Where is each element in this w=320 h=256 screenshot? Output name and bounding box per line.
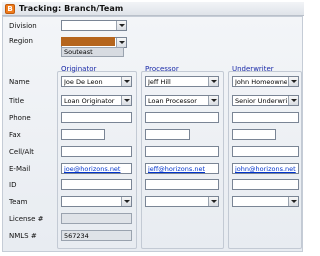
window-title: Tracking: Branch/Team [19, 4, 124, 13]
processor-name-select[interactable]: Jeff Hill [145, 76, 219, 87]
processor-column-title: Processor [145, 65, 179, 73]
underwriter-name-select[interactable]: John Homeowner [232, 76, 299, 87]
license-label: License # [9, 215, 44, 223]
chevron-down-icon [288, 197, 298, 206]
originator-license-field [61, 213, 132, 224]
title-bar: B Tracking: Branch/Team [2, 2, 304, 16]
chevron-down-icon [208, 77, 218, 86]
underwriter-title-select[interactable]: Senior Underwriter [232, 95, 299, 106]
cell-label: Cell/Alt [9, 148, 34, 156]
processor-cell-input[interactable] [145, 146, 219, 157]
underwriter-email-input[interactable]: john@horizons.net [232, 163, 299, 174]
phone-label: Phone [9, 114, 31, 122]
processor-id-input[interactable] [145, 179, 219, 190]
underwriter-cell-input[interactable] [232, 146, 299, 157]
id-label: ID [9, 181, 17, 189]
title-label: Title [9, 97, 25, 105]
processor-title-select[interactable]: Loan Processor [145, 95, 219, 106]
chevron-down-icon [116, 21, 126, 30]
email-label: E-Mail [9, 165, 31, 173]
originator-column-title: Originator [61, 65, 97, 73]
underwriter-fax-input[interactable] [232, 129, 276, 140]
originator-team-select[interactable] [61, 196, 132, 207]
chevron-down-icon [116, 38, 126, 47]
chevron-down-icon [288, 96, 298, 105]
underwriter-id-input[interactable] [232, 179, 299, 190]
processor-team-select[interactable] [145, 196, 219, 207]
chevron-down-icon [208, 96, 218, 105]
originator-id-input[interactable] [61, 179, 132, 190]
underwriter-column-title: Underwriter [232, 65, 274, 73]
originator-name-select[interactable]: Joe De Leon [61, 76, 132, 87]
originator-title-select[interactable]: Loan Originator [61, 95, 132, 106]
name-label: Name [9, 78, 30, 86]
team-label: Team [9, 198, 28, 206]
originator-nmls-field: 567234 [61, 230, 132, 241]
chevron-down-icon [121, 77, 131, 86]
underwriter-team-select[interactable] [232, 196, 299, 207]
chevron-down-icon [288, 77, 298, 86]
nmls-label: NMLS # [9, 232, 37, 240]
originator-email-input[interactable]: joe@horizons.net [61, 163, 132, 174]
chevron-down-icon [121, 96, 131, 105]
underwriter-phone-input[interactable] [232, 112, 299, 123]
originator-cell-input[interactable] [61, 146, 132, 157]
division-label: Division [9, 22, 37, 30]
division-select[interactable] [61, 20, 127, 31]
region-color-swatch [61, 37, 115, 46]
chevron-down-icon [121, 197, 131, 206]
processor-fax-input[interactable] [145, 129, 190, 140]
region-label: Region [9, 37, 33, 45]
originator-fax-input[interactable] [61, 129, 105, 140]
originator-phone-input[interactable] [61, 112, 132, 123]
form-panel: Division Region Souteast Originator Proc… [2, 16, 303, 252]
branch-team-window: B Tracking: Branch/Team Division Region … [0, 0, 306, 256]
region-caption: Souteast [61, 47, 124, 57]
fax-label: Fax [9, 131, 21, 139]
processor-email-input[interactable]: jeff@horizons.net [145, 163, 219, 174]
processor-phone-input[interactable] [145, 112, 219, 123]
app-logo-icon: B [5, 4, 15, 14]
chevron-down-icon [208, 197, 218, 206]
